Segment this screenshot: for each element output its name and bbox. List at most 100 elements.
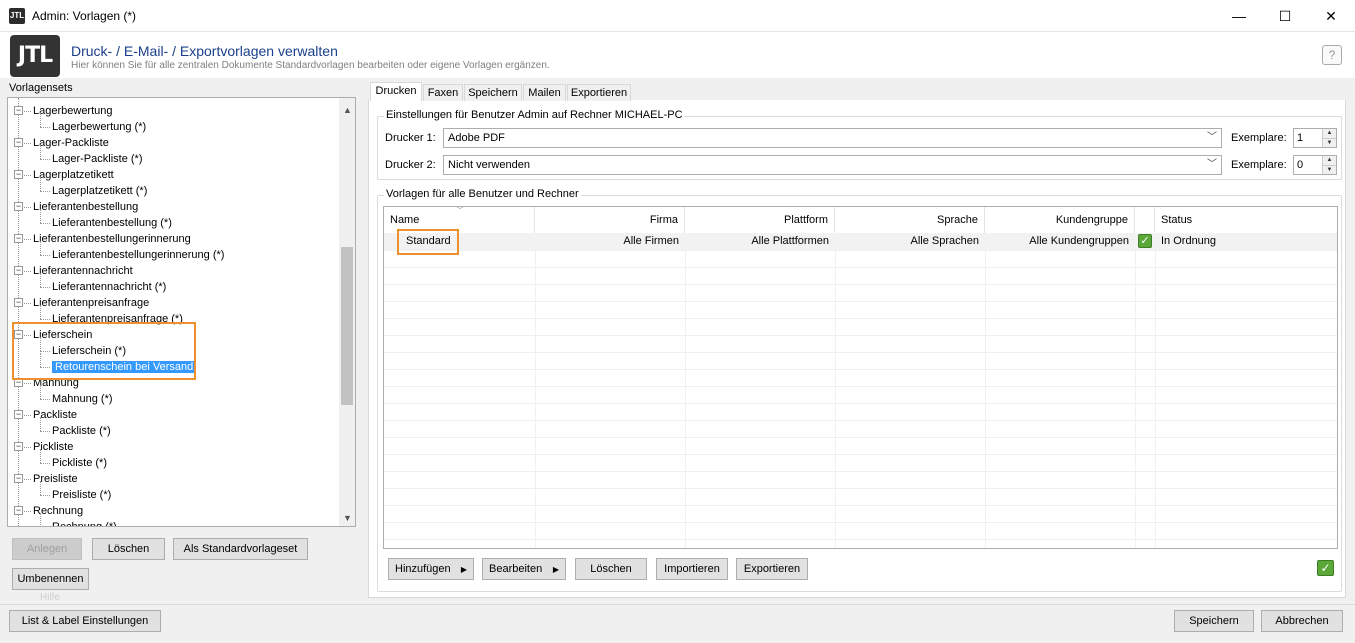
help-icon[interactable]: ? bbox=[1322, 45, 1342, 65]
footer-divider bbox=[0, 604, 1355, 605]
tree-leaf-item[interactable]: Lager-Packliste (*) bbox=[52, 151, 142, 167]
tree-group-item[interactable]: Lagerplatzetikett bbox=[33, 167, 114, 183]
tab-speichern[interactable]: Speichern bbox=[464, 84, 522, 101]
grid-row-line bbox=[384, 522, 1337, 523]
tree-connector bbox=[40, 255, 50, 256]
printer1-select[interactable]: Adobe PDF ﹀ bbox=[443, 128, 1222, 148]
tree-leaf-item[interactable]: Pickliste (*) bbox=[52, 455, 107, 471]
import-template-button[interactable]: Importieren bbox=[656, 558, 728, 580]
collapse-icon[interactable]: − bbox=[14, 474, 23, 483]
scroll-down-icon[interactable]: ▼ bbox=[343, 513, 352, 523]
cancel-button[interactable]: Abbrechen bbox=[1261, 610, 1343, 632]
tree-connector bbox=[24, 175, 31, 176]
printer2-select[interactable]: Nicht verwenden ﹀ bbox=[443, 155, 1222, 175]
cell-status: In Ordnung bbox=[1161, 235, 1217, 247]
add-template-label: Hinzufügen bbox=[395, 563, 451, 575]
tab-mailen[interactable]: Mailen bbox=[523, 84, 566, 101]
tree-item-label: Packliste (*) bbox=[52, 425, 111, 437]
collapse-icon[interactable]: − bbox=[14, 410, 23, 419]
tree-connector bbox=[40, 287, 50, 288]
maximize-button[interactable]: ☐ bbox=[1262, 0, 1308, 32]
header-col-kundengruppe[interactable]: Kundengruppe bbox=[985, 207, 1135, 233]
collapse-icon[interactable]: − bbox=[14, 506, 23, 515]
collapse-icon[interactable]: − bbox=[14, 106, 23, 115]
tree-connector bbox=[24, 383, 31, 384]
create-set-button[interactable]: Anlegen bbox=[12, 538, 82, 560]
tree-scrollbar-thumb[interactable] bbox=[341, 247, 353, 405]
tree-leaf-item[interactable]: Lagerplatzetikett (*) bbox=[52, 183, 147, 199]
tree-leaf-item[interactable]: Preisliste (*) bbox=[52, 487, 111, 503]
templates-group-label: Vorlagen für alle Benutzer und Rechner bbox=[384, 188, 581, 200]
collapse-icon[interactable]: − bbox=[14, 298, 23, 307]
ghost-help-text: Hilfe bbox=[40, 592, 61, 603]
grid-row-line bbox=[384, 369, 1337, 370]
collapse-icon[interactable]: − bbox=[14, 234, 23, 243]
tree-connector bbox=[40, 305, 41, 319]
spin-down-icon[interactable]: ▼ bbox=[1322, 138, 1336, 147]
tree-leaf-item[interactable]: Lieferantennachricht (*) bbox=[52, 279, 166, 295]
tree-group-item[interactable]: Lieferantennachricht bbox=[33, 263, 133, 279]
collapse-icon[interactable]: − bbox=[14, 266, 23, 275]
copies1-stepper[interactable]: 1 ▲ ▼ bbox=[1293, 128, 1337, 148]
grid-row-line bbox=[384, 437, 1337, 438]
chevron-down-icon: ﹀ bbox=[1207, 159, 1217, 170]
printer-settings-label: Einstellungen für Benutzer Admin auf Rec… bbox=[384, 109, 685, 121]
lieferschein-highlight-box bbox=[12, 322, 196, 380]
edit-template-button[interactable]: Bearbeiten ▶ bbox=[482, 558, 566, 580]
grid-row-line bbox=[384, 471, 1337, 472]
header-col-firma[interactable]: Firma bbox=[535, 207, 685, 233]
tab-faxen[interactable]: Faxen bbox=[423, 84, 463, 101]
tree-group-item[interactable]: Lagerbewertung bbox=[33, 103, 113, 119]
spin-down-icon[interactable]: ▼ bbox=[1322, 165, 1336, 174]
tree-item-label: Preisliste (*) bbox=[52, 489, 112, 501]
tree-group-item[interactable]: Lieferantenbestellungerinnerung bbox=[33, 231, 191, 247]
close-button[interactable]: ✕ bbox=[1308, 0, 1354, 32]
template-set-tree[interactable]: Lagerbewertung − Lagerbewertung (*) Lager-P… bbox=[7, 97, 356, 527]
tree-leaf-item[interactable]: Lieferantenbestellungerinnerung (*) bbox=[52, 247, 224, 263]
rename-set-button[interactable]: Umbenennen bbox=[12, 568, 89, 590]
header-col-status[interactable]: Status bbox=[1155, 207, 1337, 233]
tree-item-label: Lagerplatzetikett bbox=[33, 169, 114, 181]
tab-drucken[interactable]: Drucken bbox=[370, 82, 422, 101]
header-col-sprache[interactable]: Sprache bbox=[835, 207, 985, 233]
collapse-icon[interactable]: − bbox=[14, 170, 23, 179]
scroll-up-icon[interactable]: ▲ bbox=[343, 105, 352, 115]
tree-leaf-item[interactable]: Rechnung (*) bbox=[52, 519, 117, 526]
header-col-plattform[interactable]: Plattform bbox=[685, 207, 835, 233]
row-ok-icon: ✓ bbox=[1138, 234, 1152, 248]
tab-exportieren[interactable]: Exportieren bbox=[567, 84, 631, 101]
grid-row-line bbox=[384, 284, 1337, 285]
add-template-button[interactable]: Hinzufügen ▶ bbox=[388, 558, 474, 580]
chevron-right-icon: ▶ bbox=[552, 564, 559, 574]
tree-connector bbox=[40, 241, 41, 255]
list-label-settings-button[interactable]: List & Label Einstellungen bbox=[9, 610, 161, 632]
grid-row-line bbox=[384, 488, 1337, 489]
tree-group-item[interactable]: Lieferantenbestellung bbox=[33, 199, 138, 215]
copies2-stepper[interactable]: 0 ▲ ▼ bbox=[1293, 155, 1337, 175]
export-template-button[interactable]: Exportieren bbox=[736, 558, 808, 580]
tree-connector bbox=[40, 463, 50, 464]
tree-connector bbox=[40, 431, 50, 432]
tree-connector bbox=[24, 111, 31, 112]
collapse-icon[interactable]: − bbox=[14, 202, 23, 211]
tree-leaf-item[interactable]: Lieferantenbestellung (*) bbox=[52, 215, 172, 231]
grid-column-line bbox=[1135, 233, 1136, 548]
header-col-icon[interactable] bbox=[1135, 207, 1155, 233]
minimize-button[interactable]: — bbox=[1216, 0, 1262, 32]
tree-leaf-item[interactable]: Lagerbewertung (*) bbox=[52, 119, 146, 135]
save-button[interactable]: Speichern bbox=[1174, 610, 1254, 632]
collapse-icon[interactable]: − bbox=[14, 138, 23, 147]
collapse-icon[interactable]: − bbox=[14, 442, 23, 451]
tree-item-label: Lagerplatzetikett (*) bbox=[52, 185, 148, 197]
tree-leaf-item[interactable]: Mahnung (*) bbox=[52, 391, 113, 407]
spin-up-icon[interactable]: ▲ bbox=[1322, 129, 1336, 138]
tree-connector bbox=[40, 385, 41, 399]
delete-set-button[interactable]: Löschen bbox=[92, 538, 165, 560]
spin-up-icon[interactable]: ▲ bbox=[1322, 156, 1336, 165]
tree-leaf-item[interactable]: Packliste (*) bbox=[52, 423, 111, 439]
delete-template-button[interactable]: Löschen bbox=[575, 558, 647, 580]
as-default-set-button[interactable]: Als Standardvorlageset bbox=[173, 538, 308, 560]
tree-group-item[interactable]: Lager-Packliste bbox=[33, 135, 109, 151]
templates-grid[interactable]: Name Firma Plattform Sprache Kundengruppe Sta… bbox=[383, 206, 1338, 549]
tree-group-item[interactable]: Lieferantenpreisanfrage bbox=[33, 295, 149, 311]
